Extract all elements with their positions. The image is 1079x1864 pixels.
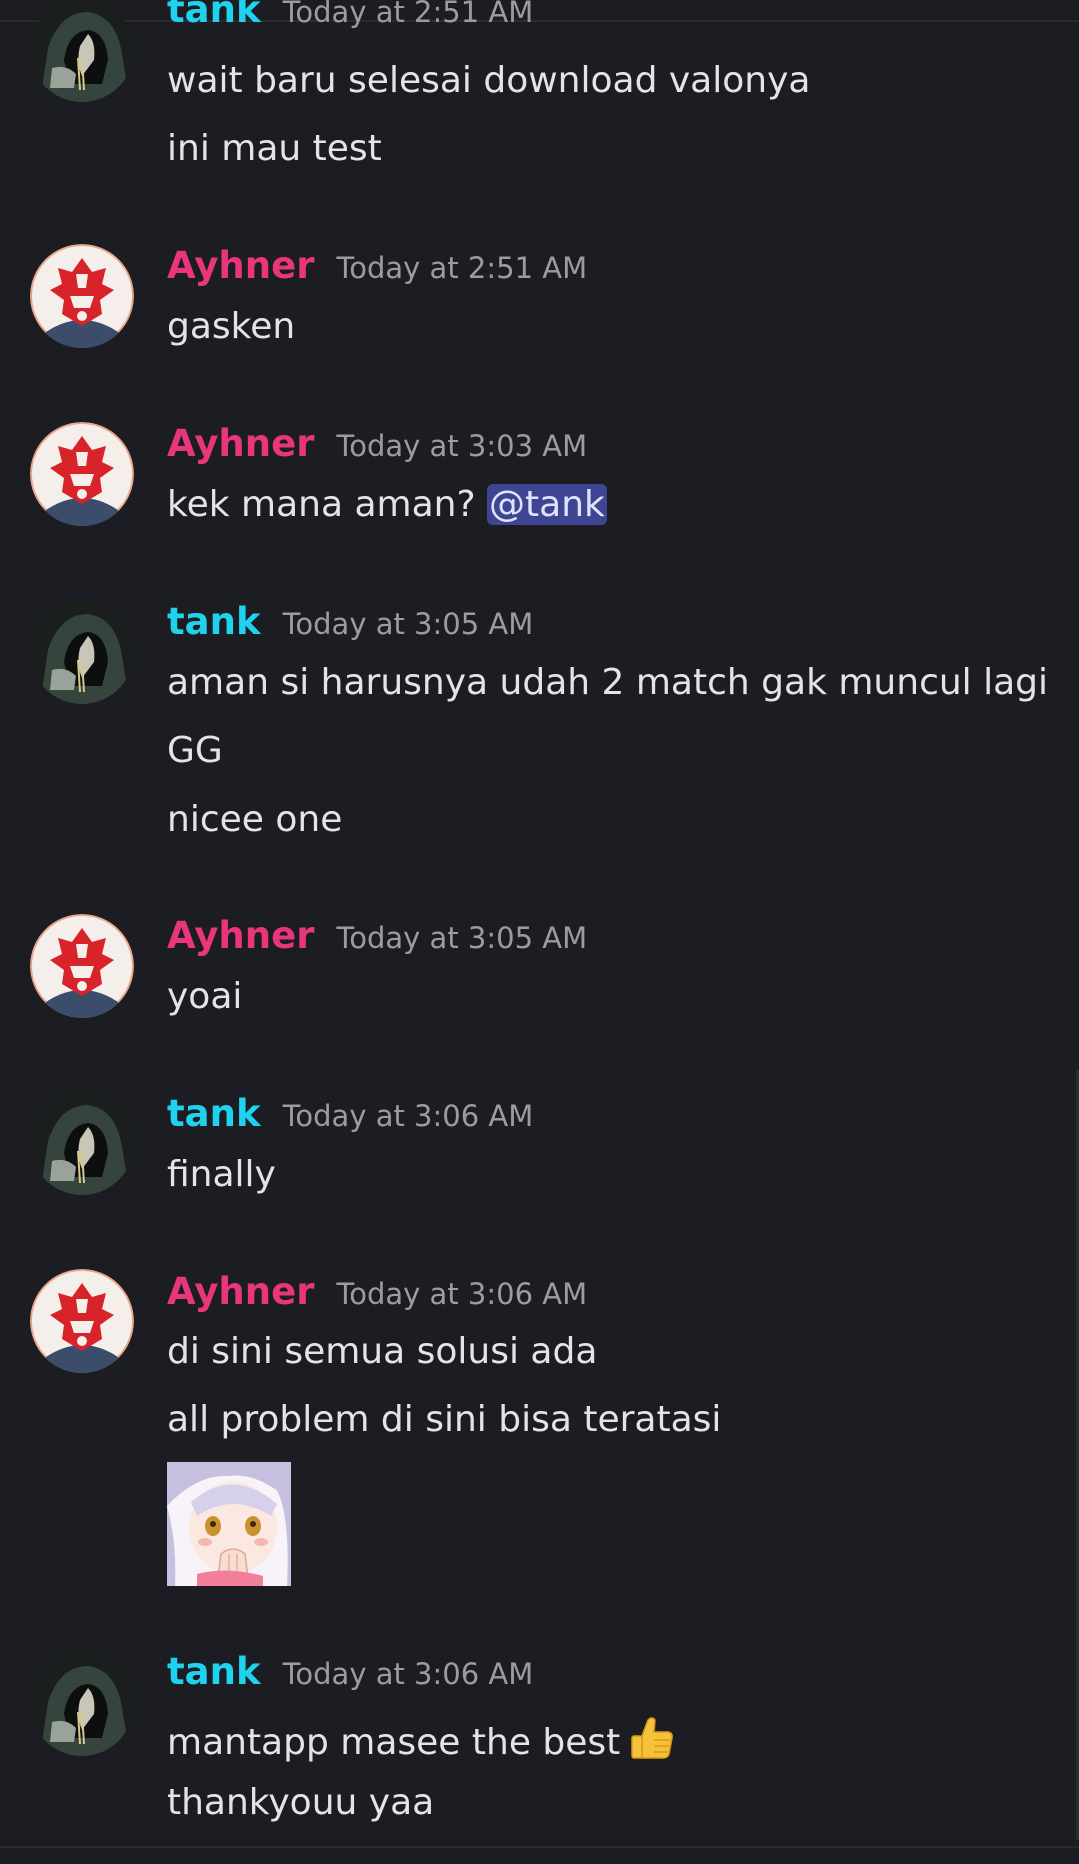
thumbs-up-icon [628, 1714, 676, 1762]
author-name[interactable]: Ayhner [167, 1270, 314, 1313]
message-header: Ayhner Today at 2:51 AM [167, 244, 587, 287]
message-header: tank Today at 3:05 AM [167, 600, 533, 643]
author-name[interactable]: Ayhner [167, 422, 314, 465]
message-header: Ayhner Today at 3:05 AM [167, 914, 587, 957]
hooded-character-avatar-icon[interactable] [30, 1652, 134, 1756]
message-header: Ayhner Today at 3:06 AM [167, 1270, 587, 1313]
message-timestamp: Today at 3:06 AM [282, 1657, 534, 1691]
red-samurai-helmet-avatar-icon[interactable] [30, 1269, 134, 1373]
message-text: kek mana aman? [167, 484, 476, 525]
message-header: tank Today at 2:51 AM [167, 0, 533, 31]
chat-view[interactable]: tank Today at 2:51 AM wait baru selesai d… [0, 0, 1079, 1864]
author-name[interactable]: tank [167, 1650, 261, 1693]
message-timestamp: Today at 3:05 AM [282, 607, 534, 641]
message-text: yoai [167, 976, 243, 1017]
author-name[interactable]: tank [167, 1092, 261, 1135]
message-text: mantapp masee the best [167, 1722, 621, 1763]
message-text: di sini semua solusi ada [167, 1331, 598, 1372]
red-samurai-helmet-avatar-icon[interactable] [30, 244, 134, 348]
red-samurai-helmet-avatar-icon[interactable] [30, 914, 134, 1018]
message-timestamp: Today at 3:06 AM [336, 1277, 588, 1311]
message-text: all problem di sini bisa teratasi [167, 1399, 722, 1440]
hooded-character-avatar-icon[interactable] [30, 1091, 134, 1195]
message-text: nicee one [167, 799, 343, 840]
message-timestamp: Today at 2:51 AM [282, 0, 534, 29]
hooded-character-avatar-icon[interactable] [30, 600, 134, 704]
message-text: aman si harusnya udah 2 match gak muncul… [167, 662, 1049, 703]
message-text: ini mau test [167, 128, 382, 169]
message-header: Ayhner Today at 3:03 AM [167, 422, 587, 465]
message-header: tank Today at 3:06 AM [167, 1650, 533, 1693]
message-text-row: mantapp masee the best [167, 1714, 676, 1763]
author-name[interactable]: Ayhner [167, 914, 314, 957]
user-mention[interactable]: @tank [487, 484, 607, 525]
anime-girl-sticker-icon[interactable] [167, 1462, 291, 1586]
message-header: tank Today at 3:06 AM [167, 1092, 533, 1135]
top-divider [0, 20, 1079, 22]
author-name[interactable]: Ayhner [167, 244, 314, 287]
bottom-divider [0, 1846, 1079, 1848]
message-text-row: kek mana aman? @tank [167, 484, 607, 525]
hooded-character-avatar-icon[interactable] [30, 0, 134, 102]
message-timestamp: Today at 3:06 AM [282, 1099, 534, 1133]
message-timestamp: Today at 2:51 AM [336, 251, 588, 285]
message-text: thankyouu yaa [167, 1782, 435, 1823]
message-text: finally [167, 1154, 276, 1195]
message-text: gasken [167, 306, 296, 347]
author-name[interactable]: tank [167, 600, 261, 643]
message-timestamp: Today at 3:05 AM [336, 921, 588, 955]
message-text: GG [167, 730, 223, 771]
message-timestamp: Today at 3:03 AM [336, 429, 588, 463]
message-text: wait baru selesai download valonya [167, 60, 811, 101]
red-samurai-helmet-avatar-icon[interactable] [30, 422, 134, 526]
author-name[interactable]: tank [167, 0, 261, 31]
